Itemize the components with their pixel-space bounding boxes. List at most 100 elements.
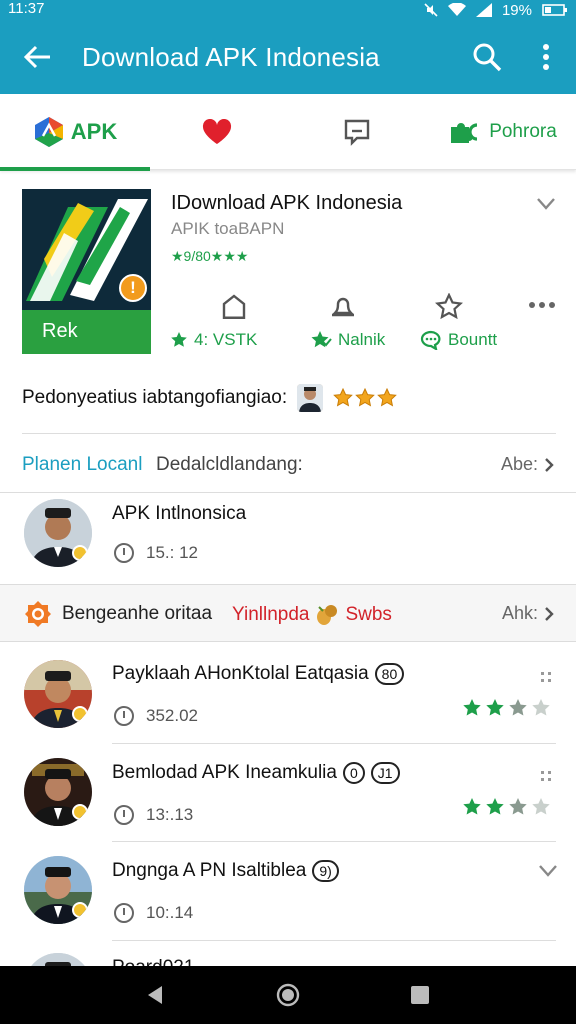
section-highlight: Yinllnpda Swbs <box>232 603 392 627</box>
heart-icon <box>202 119 232 144</box>
description-stars <box>333 388 397 408</box>
nav-home-icon[interactable] <box>276 983 300 1007</box>
home-icon[interactable] <box>220 293 248 319</box>
item-count-pill: 80 <box>374 663 405 685</box>
item-time: 15.: 12 <box>146 543 198 562</box>
item-time: 10:.14 <box>146 903 194 922</box>
avatar <box>24 758 92 826</box>
section-highlight-text-2: Swbs <box>345 604 392 625</box>
action-notify[interactable]: Nalnik <box>310 330 385 350</box>
divider <box>22 433 556 434</box>
person-photo <box>24 953 92 966</box>
author-avatar <box>297 384 324 412</box>
bell-icon[interactable] <box>329 293 357 319</box>
puzzle-icon <box>451 123 478 143</box>
app-bar: Download APK Indonesia <box>0 20 576 94</box>
item-title: Payklaah AHonKtolal Eatqasia <box>112 663 369 684</box>
item-rating-stars <box>462 698 551 718</box>
app-name: IDownload APK Indonesia <box>171 192 403 214</box>
tab-programs[interactable]: Pohrora <box>430 94 576 170</box>
list-item[interactable]: Dngnga A PN Isaltiblea 9) 10:.14 <box>0 842 576 940</box>
tab-apk-label: APK <box>70 119 118 144</box>
search-icon[interactable] <box>472 42 502 72</box>
item-count-pill: 0 <box>342 762 365 784</box>
star-filled-icon <box>509 699 527 716</box>
tab-messages[interactable] <box>290 94 424 170</box>
tab-apk[interactable]: APK <box>0 94 150 171</box>
tab-favorites[interactable] <box>150 94 284 170</box>
signal-icon <box>475 3 492 17</box>
status-icons: 19% <box>424 0 568 20</box>
star-filled-icon <box>377 388 397 407</box>
back-arrow-icon[interactable] <box>22 43 52 71</box>
status-time: 11:37 <box>8 0 45 17</box>
item-count-pill: 9) <box>312 860 339 882</box>
system-nav-bar <box>0 966 576 1024</box>
action-review-label: Bountt <box>448 330 498 349</box>
app-bar-title: Download APK Indonesia <box>82 42 380 72</box>
item-name: Payklaah AHonKtolal Eatqasia 80 <box>112 663 405 685</box>
list-item[interactable]: Payklaah AHonKtolal Eatqasia 80 352.02 <box>0 643 576 743</box>
app-icon-label: Rek <box>22 310 151 354</box>
verified-badge <box>72 902 88 918</box>
app-card: ! Rek IDownload APK Indonesia APIK toaBA… <box>0 170 576 432</box>
nav-recents-icon[interactable] <box>408 983 432 1007</box>
app-description: Pedonyeatius iabtangofiangiao: <box>22 384 397 412</box>
action-install[interactable]: 4: VSTK <box>170 330 257 350</box>
app-icon[interactable]: ! Rek <box>22 189 151 354</box>
status-bar: 11:37 19% <box>0 0 576 20</box>
star-icon[interactable] <box>435 293 463 319</box>
star-half-icon <box>532 699 550 716</box>
more-vert-icon[interactable] <box>536 42 556 72</box>
chevron-down-icon[interactable] <box>538 864 558 878</box>
list-item[interactable]: APK Intlnonsica 15.: 12 <box>0 493 576 583</box>
item-title: Bemlodad APK Ineamkulia <box>112 762 337 783</box>
comment-icon <box>420 330 441 350</box>
person-icon <box>297 384 324 412</box>
chevron-down-icon[interactable] <box>536 197 556 211</box>
chat-icon <box>344 119 370 146</box>
section-more-button[interactable]: Ahk: <box>502 603 554 624</box>
battery-icon <box>542 4 567 16</box>
item-meta: 352.02 <box>114 706 198 726</box>
item-name: Poard021 <box>112 957 194 966</box>
action-review[interactable]: Bountt <box>420 330 497 350</box>
star-check-icon <box>311 331 332 348</box>
verified-badge <box>72 706 88 722</box>
drag-handle-icon[interactable] <box>540 770 552 782</box>
nav-back-icon[interactable] <box>144 983 168 1007</box>
item-name: APK Intlnonsica <box>112 503 246 525</box>
item-rating-stars <box>462 797 551 817</box>
peanut-icon <box>317 605 338 625</box>
star-filled-icon <box>509 798 527 815</box>
chevron-right-icon <box>545 457 554 472</box>
mute-icon <box>424 3 438 17</box>
clock-icon <box>114 805 134 825</box>
clock-icon <box>114 706 134 726</box>
verified-badge <box>72 545 88 561</box>
star-filled-icon <box>486 798 504 815</box>
item-title: APK Intlnonsica <box>112 503 247 524</box>
plan-row: Planen Locanl Dedalcldlandang: Abe: <box>0 436 576 492</box>
tab-bar: APK Pohrora <box>0 94 576 171</box>
drag-handle-icon[interactable] <box>540 671 552 683</box>
verified-badge <box>72 804 88 820</box>
clock-icon <box>114 903 134 923</box>
section-highlight-text: Yinllnpda <box>232 604 310 625</box>
item-name: Dngnga A PN Isaltiblea 9) <box>112 860 339 882</box>
star-outline-icon <box>171 332 187 347</box>
app-subtitle: APIK toaBAPN <box>171 219 285 238</box>
list-item[interactable]: Bemlodad APK Ineamkulia 0 J1 13:.13 <box>0 744 576 841</box>
list-item[interactable]: Poard021 <box>0 941 576 966</box>
more-horiz-icon[interactable] <box>528 300 556 310</box>
avatar <box>24 499 92 567</box>
item-time: 352.02 <box>146 706 198 725</box>
plan-more-button[interactable]: Abe: <box>501 454 554 475</box>
badge-icon <box>25 601 51 627</box>
plan-link[interactable]: Planen Locanl <box>22 454 142 476</box>
item-meta: 13:.13 <box>114 805 193 825</box>
action-install-label: 4: VSTK <box>194 330 258 349</box>
item-meta: 10:.14 <box>114 903 193 923</box>
section-header: Bengeanhe oritaa Yinllnpda Swbs Ahk: <box>0 584 576 642</box>
app-rating: ★9/80★★★ <box>171 248 249 264</box>
